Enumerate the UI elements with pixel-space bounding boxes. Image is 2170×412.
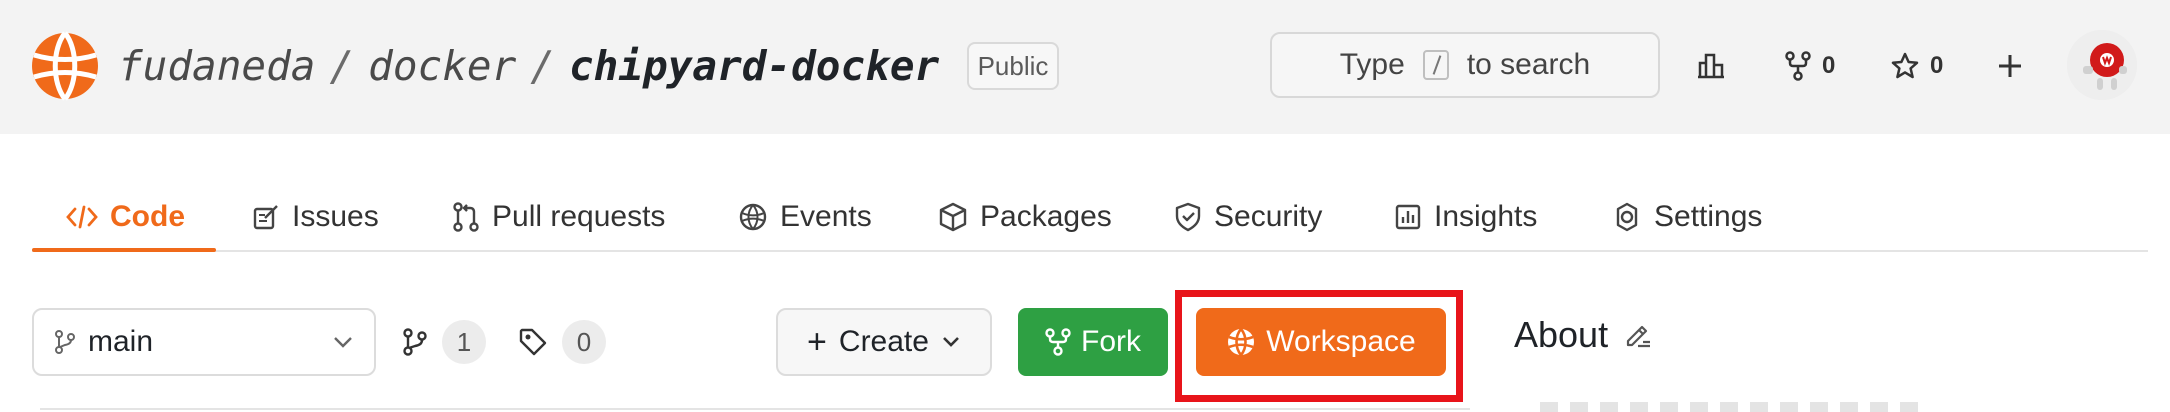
create-button[interactable]: + Create — [776, 308, 992, 376]
avatar[interactable] — [2067, 30, 2137, 100]
tab-insights[interactable]: Insights — [1394, 192, 1537, 242]
tab-issues[interactable]: Issues — [252, 192, 379, 242]
tag-icon — [519, 328, 547, 356]
tags-link[interactable]: 0 — [518, 318, 606, 366]
tab-settings[interactable]: Settings — [1612, 192, 1762, 242]
tab-label: Settings — [1654, 200, 1763, 233]
branch-name: main — [88, 325, 154, 358]
top-header: fudaneda / docker / chipyard-docker Publ… — [0, 0, 2170, 134]
avatar-image — [2067, 30, 2137, 100]
graph-icon — [1395, 204, 1421, 230]
owner-link[interactable]: fudaneda — [118, 42, 315, 90]
tags-count: 0 — [562, 320, 606, 364]
tab-nav-divider — [32, 250, 2148, 252]
content-divider — [40, 408, 1470, 410]
edit-icon[interactable] — [1622, 319, 1654, 351]
search-prefix-text: Type — [1339, 48, 1405, 81]
create-label: Create — [838, 325, 929, 358]
fork-count-button[interactable]: 0 — [1784, 46, 1835, 86]
about-title: About — [1514, 314, 1609, 355]
branch-icon — [403, 328, 427, 356]
plus-icon: + — [807, 322, 827, 361]
new-button[interactable] — [1996, 46, 2024, 86]
cut-off-description — [1540, 402, 1920, 412]
fork-icon — [1785, 51, 1811, 81]
fork-label: Fork — [1081, 325, 1141, 358]
breadcrumb-separator: / — [329, 42, 355, 90]
events-icon — [739, 203, 767, 231]
tab-packages[interactable]: Packages — [938, 192, 1112, 242]
issue-icon — [253, 205, 278, 230]
branches-count: 1 — [442, 320, 486, 364]
tab-label: Code — [110, 200, 185, 233]
chevron-down-icon — [943, 337, 959, 347]
workspace-button[interactable]: Workspace — [1196, 308, 1446, 376]
pull-request-icon — [453, 202, 479, 232]
fork-button[interactable]: Fork — [1018, 308, 1168, 376]
star-icon — [1891, 52, 1919, 79]
workspace-label: Workspace — [1266, 325, 1416, 358]
chevron-down-icon — [334, 337, 352, 348]
fork-count: 0 — [1822, 52, 1836, 79]
site-logo-icon[interactable] — [30, 31, 100, 101]
breadcrumb-separator: / — [530, 42, 555, 90]
search-input[interactable]: Type to search — [1270, 32, 1660, 98]
about-heading: About — [1514, 310, 1654, 360]
fork-icon — [1045, 328, 1071, 356]
visibility-badge: Public — [967, 42, 1059, 90]
shield-icon — [1175, 202, 1201, 232]
branch-select[interactable]: main — [32, 308, 376, 376]
tab-label: Security — [1214, 200, 1323, 233]
repo-breadcrumb: fudaneda / docker / chipyard-docker — [118, 38, 939, 94]
tab-pull-requests[interactable]: Pull requests — [452, 192, 665, 242]
plus-icon — [1999, 55, 2021, 77]
tab-label: Issues — [292, 200, 379, 233]
search-shortcut-key — [1422, 50, 1449, 80]
star-count-button[interactable]: 0 — [1890, 46, 1943, 86]
tab-label: Events — [780, 200, 872, 233]
activity-icon — [1698, 53, 1724, 79]
package-icon — [939, 202, 967, 232]
repo-name-link[interactable]: chipyard-docker — [569, 42, 939, 90]
tab-label: Insights — [1434, 200, 1538, 233]
code-icon — [66, 205, 98, 229]
activity-button[interactable] — [1696, 46, 1726, 86]
tab-security[interactable]: Security — [1174, 192, 1322, 242]
gear-icon — [1616, 202, 1638, 232]
search-suffix-text: to search — [1466, 48, 1591, 81]
group-link[interactable]: docker — [368, 42, 516, 90]
tab-code[interactable]: Code — [66, 192, 185, 242]
branch-icon — [55, 330, 75, 354]
tab-label: Packages — [980, 200, 1112, 233]
tab-events[interactable]: Events — [738, 192, 872, 242]
repo-tab-nav: Code Issues Pull requests Events Package… — [0, 180, 2170, 252]
branches-link[interactable]: 1 — [402, 318, 486, 366]
active-tab-indicator — [32, 248, 216, 252]
workspace-icon — [1228, 328, 1255, 356]
tab-label: Pull requests — [492, 200, 666, 233]
star-count: 0 — [1930, 52, 1944, 79]
